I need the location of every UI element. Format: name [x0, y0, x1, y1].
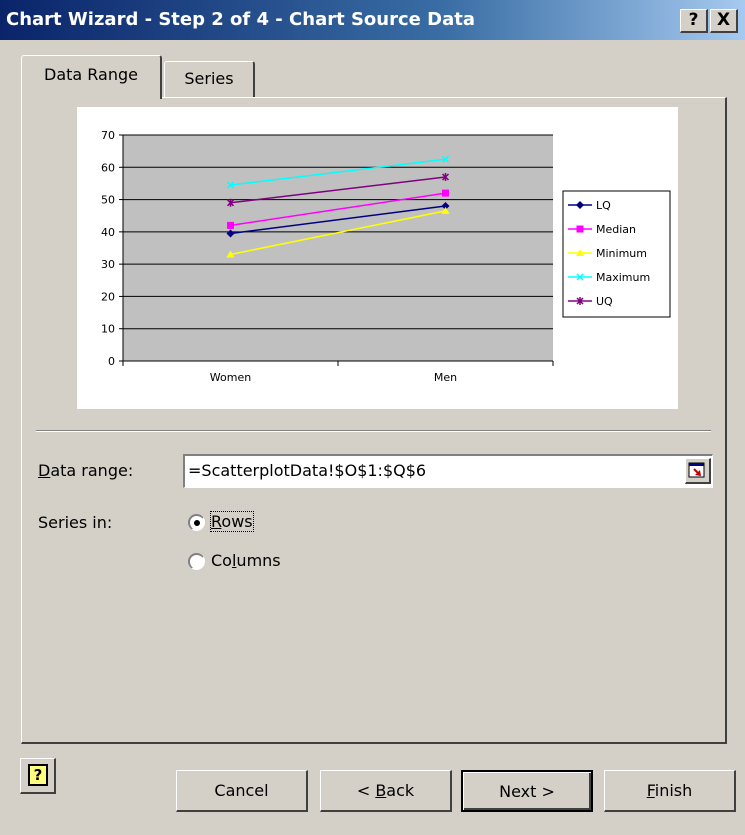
y-tick-label: 50: [101, 194, 115, 207]
collapse-dialog-icon: [688, 462, 705, 478]
title-bar: Chart Wizard - Step 2 of 4 - Chart Sourc…: [0, 0, 745, 40]
close-icon: X: [716, 10, 731, 30]
y-tick-label: 20: [101, 290, 115, 303]
help-icon: ?: [28, 764, 48, 786]
help-title-button[interactable]: ?: [680, 9, 708, 33]
y-tick-label: 30: [101, 258, 115, 271]
series-in-label: Series in:: [38, 513, 113, 532]
x-tick-label: Women: [210, 371, 251, 384]
window-title: Chart Wizard - Step 2 of 4 - Chart Sourc…: [6, 9, 475, 30]
y-tick-label: 40: [101, 226, 115, 239]
plot-area: [123, 135, 553, 361]
legend-label: Maximum: [596, 271, 650, 284]
back-button[interactable]: < Back: [320, 770, 452, 812]
data-range-label: Data range:: [38, 461, 134, 480]
tab-series-label: Series: [184, 69, 234, 88]
y-tick-label: 0: [108, 355, 115, 368]
x-tick-label: Men: [434, 371, 457, 384]
question-icon: ?: [688, 10, 699, 30]
legend-label: Minimum: [596, 247, 647, 260]
rows-radio[interactable]: [188, 514, 205, 531]
tab-data-range[interactable]: Data Range: [21, 55, 162, 99]
data-range-value: =ScatterplotData!$O$1:$Q$6: [188, 461, 427, 480]
chart-preview: 0 10 20 30 40 50 60 70 Women Men LQ Median Minimum Ma…: [77, 107, 678, 409]
tab-series[interactable]: Series: [164, 61, 255, 98]
data-range-field[interactable]: =ScatterplotData!$O$1:$Q$6: [183, 454, 713, 488]
y-tick-label: 60: [101, 161, 115, 174]
legend-label: Median: [596, 223, 636, 236]
y-tick-label: 70: [101, 129, 115, 142]
collapse-dialog-button[interactable]: [685, 458, 711, 484]
legend-marker: [576, 225, 584, 233]
divider: [36, 430, 711, 432]
rows-label[interactable]: Rows: [210, 511, 254, 532]
finish-button[interactable]: Finish: [604, 770, 736, 812]
next-button[interactable]: Next >: [461, 770, 593, 812]
tab-data-range-label: Data Range: [44, 65, 138, 84]
data-point-median: [227, 221, 234, 229]
y-tick-label: 10: [101, 323, 115, 336]
legend-label: UQ: [596, 295, 613, 308]
data-point-median: [442, 189, 449, 197]
chart-svg: 0 10 20 30 40 50 60 70 Women Men LQ Median Minimum Ma…: [101, 129, 671, 384]
help-button[interactable]: ?: [20, 758, 56, 794]
legend-label: LQ: [596, 199, 611, 212]
radio-selected-dot: [194, 520, 200, 526]
cancel-button[interactable]: Cancel: [176, 770, 308, 812]
columns-label[interactable]: Columns: [211, 551, 281, 570]
columns-radio[interactable]: [188, 553, 205, 570]
close-button[interactable]: X: [710, 9, 738, 33]
